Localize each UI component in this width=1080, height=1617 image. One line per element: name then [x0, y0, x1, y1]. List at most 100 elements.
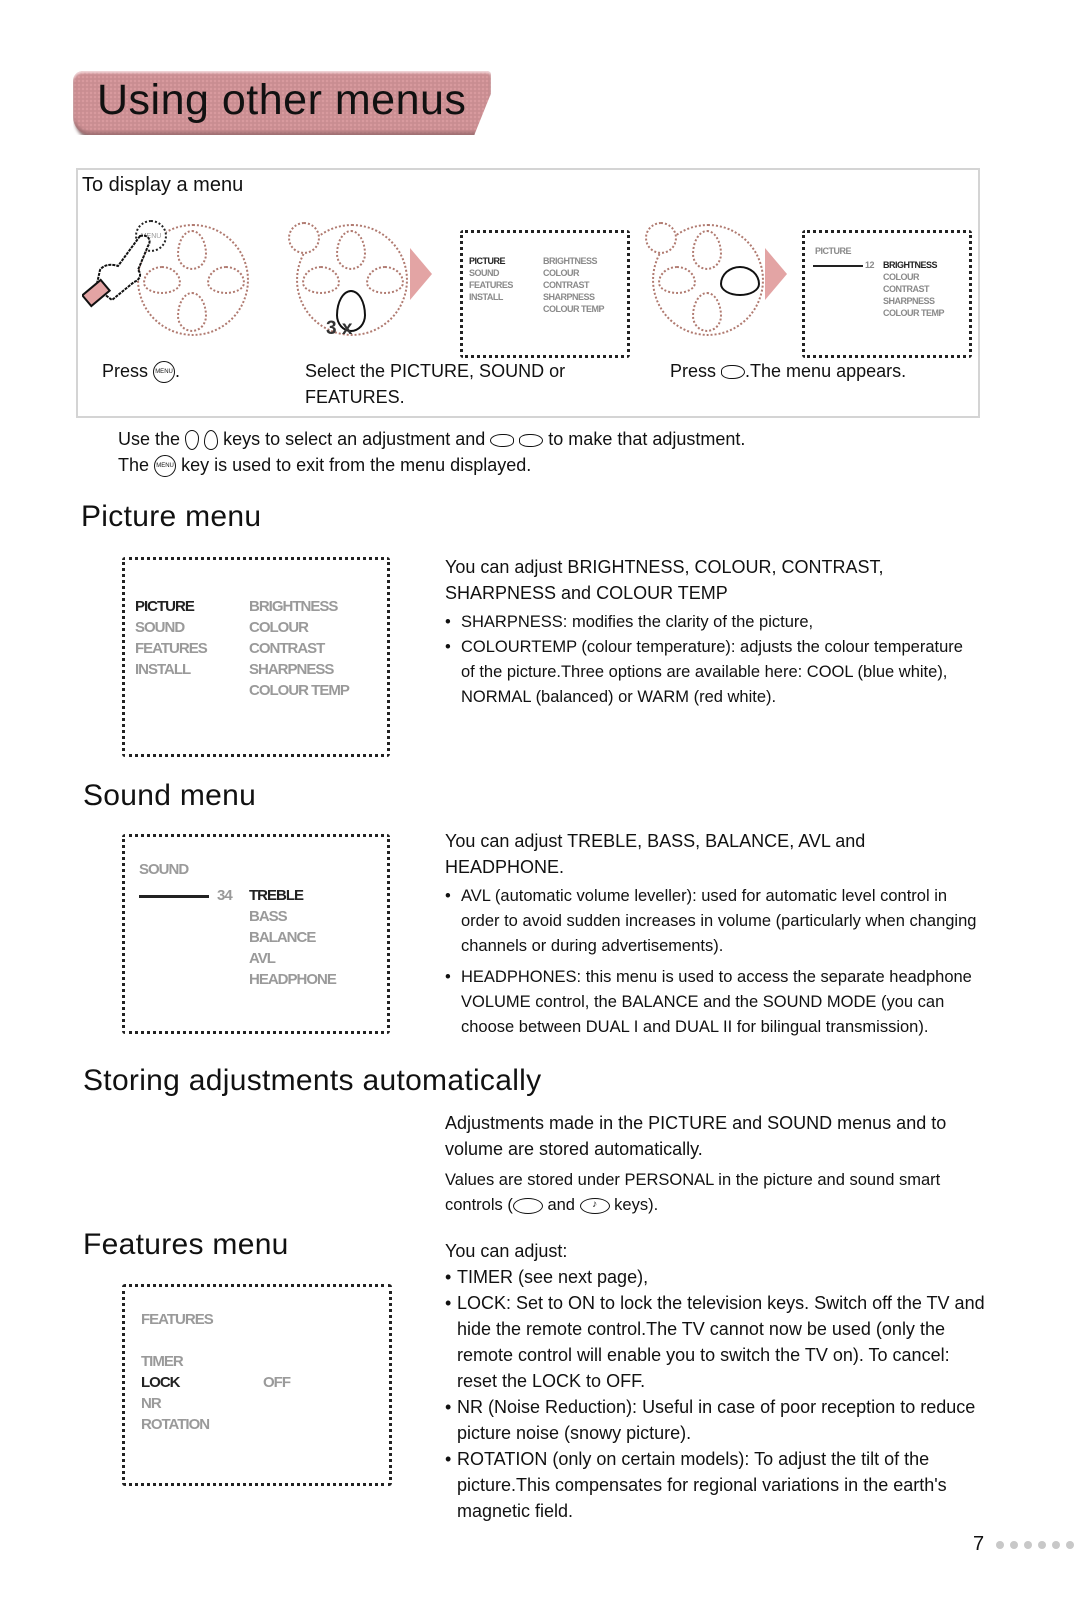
arrow-right-icon: [765, 248, 787, 300]
smart-sound-key-icon: ♪: [579, 1197, 610, 1214]
right-key-icon: [519, 433, 544, 447]
storing-text: and: [547, 1196, 575, 1214]
screen-title: PICTURE: [815, 246, 852, 256]
step-1-caption: Press MENU.: [102, 358, 180, 384]
list-item: ROTATION (only on certain models): To ad…: [445, 1446, 985, 1524]
main-menu-screen: PICTURE SOUND FEATURES INSTALL BRIGHTNES…: [460, 230, 630, 358]
usage-text: to make that adjustment.: [548, 429, 746, 449]
list-item: COLOURTEMP (colour temperature): adjusts…: [445, 635, 975, 710]
screen-item: CONTRAST: [543, 280, 590, 290]
repeat-label: 3 x: [326, 318, 353, 339]
screen-item: PICTURE: [469, 256, 506, 266]
menu-key-icon: MENU: [153, 361, 176, 384]
sound-menu-screen: SOUND 34 TREBLE BASS BALANCE AVL HEADPHO…: [122, 834, 390, 1034]
smart-picture-key-icon: [512, 1197, 543, 1214]
page-dots-decoration: [996, 1541, 1080, 1549]
menu-key-icon: MENU: [154, 455, 177, 478]
usage-text: key is used to exit from the menu displa…: [181, 455, 532, 475]
slider-bar: [813, 265, 863, 267]
slider-value: 34: [217, 887, 233, 904]
screen-item: HEADPHONE: [249, 971, 337, 988]
screen-item: COLOUR: [883, 272, 920, 282]
screen-item: TREBLE: [249, 887, 304, 904]
list-item: NR (Noise Reduction): Useful in case of …: [445, 1394, 985, 1446]
screen-title: FEATURES: [141, 1311, 214, 1328]
screen-item: FEATURES: [469, 280, 513, 290]
left-key-icon: [490, 433, 515, 447]
features-menu-title: Features menu: [83, 1228, 289, 1261]
screen-item: COLOUR: [543, 268, 580, 278]
sound-menu-title: Sound menu: [83, 779, 257, 812]
screen-item: BALANCE: [249, 929, 316, 946]
features-menu-bullets: TIMER (see next page), LOCK: Set to ON t…: [445, 1264, 985, 1524]
screen-item: BASS: [249, 908, 288, 925]
usage-text: Use the: [118, 429, 181, 449]
screen-item: SHARPNESS: [249, 661, 334, 678]
picture-menu-bullets: SHARPNESS: modifies the clarity of the p…: [445, 610, 975, 710]
caption-text: Press: [670, 361, 717, 381]
screen-item: SOUND: [469, 268, 500, 278]
slider-value: 12: [865, 260, 875, 270]
screen-item: COLOUR TEMP: [543, 304, 605, 314]
page-number: 7: [973, 1533, 985, 1555]
step-2-caption: Select the PICTURE, SOUND or FEATURES.: [305, 361, 566, 407]
screen-item: BRIGHTNESS: [543, 256, 598, 266]
features-menu-screen: FEATURES TIMER LOCK NR ROTATION OFF: [122, 1284, 392, 1486]
caption-text: .: [175, 361, 181, 381]
screen-item: AVL: [249, 950, 276, 967]
list-item: LOCK: Set to ON to lock the television k…: [445, 1290, 985, 1394]
screen-item: TIMER: [141, 1353, 184, 1370]
storing-para-1: Adjustments made in the PICTURE and SOUN…: [445, 1113, 947, 1159]
features-menu-intro: You can adjust:: [445, 1241, 568, 1261]
screen-item: SHARPNESS: [543, 292, 595, 302]
page-title: Using other menus: [97, 76, 467, 124]
lock-value: OFF: [263, 1374, 291, 1391]
screen-item: CONTRAST: [883, 284, 930, 294]
usage-line-1: Use the keys to select an adjustment and…: [118, 426, 745, 452]
screen-item: INSTALL: [469, 292, 503, 302]
screen-item: LOCK: [141, 1374, 181, 1391]
picture-menu-intro: You can adjust BRIGHTNESS, COLOUR, CONTR…: [445, 557, 884, 603]
usage-text: The: [118, 455, 150, 475]
picture-menu-screen-small: PICTURE 12 BRIGHTNESS COLOUR CONTRAST SH…: [802, 230, 972, 358]
hand-icon: [82, 234, 151, 308]
picture-menu-screen: PICTURE SOUND FEATURES INSTALL BRIGHTNES…: [122, 557, 390, 757]
screen-item: SOUND: [135, 619, 185, 636]
sound-menu-intro: You can adjust TREBLE, BASS, BALANCE, AV…: [445, 831, 866, 877]
caption-text: Press: [102, 361, 149, 381]
caption-text: .The menu appears.: [745, 361, 907, 381]
screen-item: BRIGHTNESS: [883, 260, 938, 270]
screen-item: COLOUR: [249, 619, 309, 636]
screen-item: SHARPNESS: [883, 296, 935, 306]
usage-line-2: The MENU key is used to exit from the me…: [118, 452, 531, 478]
storing-text: keys).: [614, 1196, 659, 1214]
screen-item: INSTALL: [135, 661, 191, 678]
storing-title: Storing adjustments automatically: [83, 1064, 542, 1097]
list-item: HEADPHONES: this menu is used to access …: [445, 965, 985, 1040]
slider-bar: [139, 895, 209, 898]
screen-item: ROTATION: [141, 1416, 210, 1433]
list-item: SHARPNESS: modifies the clarity of the p…: [445, 610, 975, 635]
screen-item: PICTURE: [135, 598, 195, 615]
screen-item: COLOUR TEMP: [249, 682, 350, 699]
arrow-right-icon: [410, 248, 432, 300]
screen-item: BRIGHTNESS: [249, 598, 338, 615]
display-menu-heading: To display a menu: [82, 174, 244, 196]
screen-item: FEATURES: [135, 640, 208, 657]
down-key-icon: [185, 430, 200, 451]
list-item: TIMER (see next page),: [445, 1264, 985, 1290]
sound-menu-bullets: AVL (automatic volume leveller): used fo…: [445, 884, 985, 1040]
screen-item: NR: [141, 1395, 162, 1412]
menu-key-icon: [645, 222, 677, 254]
storing-para-2: Values are stored under PERSONAL in the …: [445, 1168, 945, 1218]
screen-item: COLOUR TEMP: [883, 308, 945, 318]
screen-item: CONTRAST: [249, 640, 325, 657]
list-item: AVL (automatic volume leveller): used fo…: [445, 884, 985, 959]
picture-menu-title: Picture menu: [81, 500, 262, 533]
up-key-icon: [204, 430, 219, 451]
screen-title: SOUND: [139, 861, 189, 878]
menu-key-icon: [288, 222, 320, 254]
right-key-icon: [721, 365, 746, 380]
step-3-caption: Press .The menu appears.: [670, 358, 906, 384]
usage-text: keys to select an adjustment and: [223, 429, 486, 449]
